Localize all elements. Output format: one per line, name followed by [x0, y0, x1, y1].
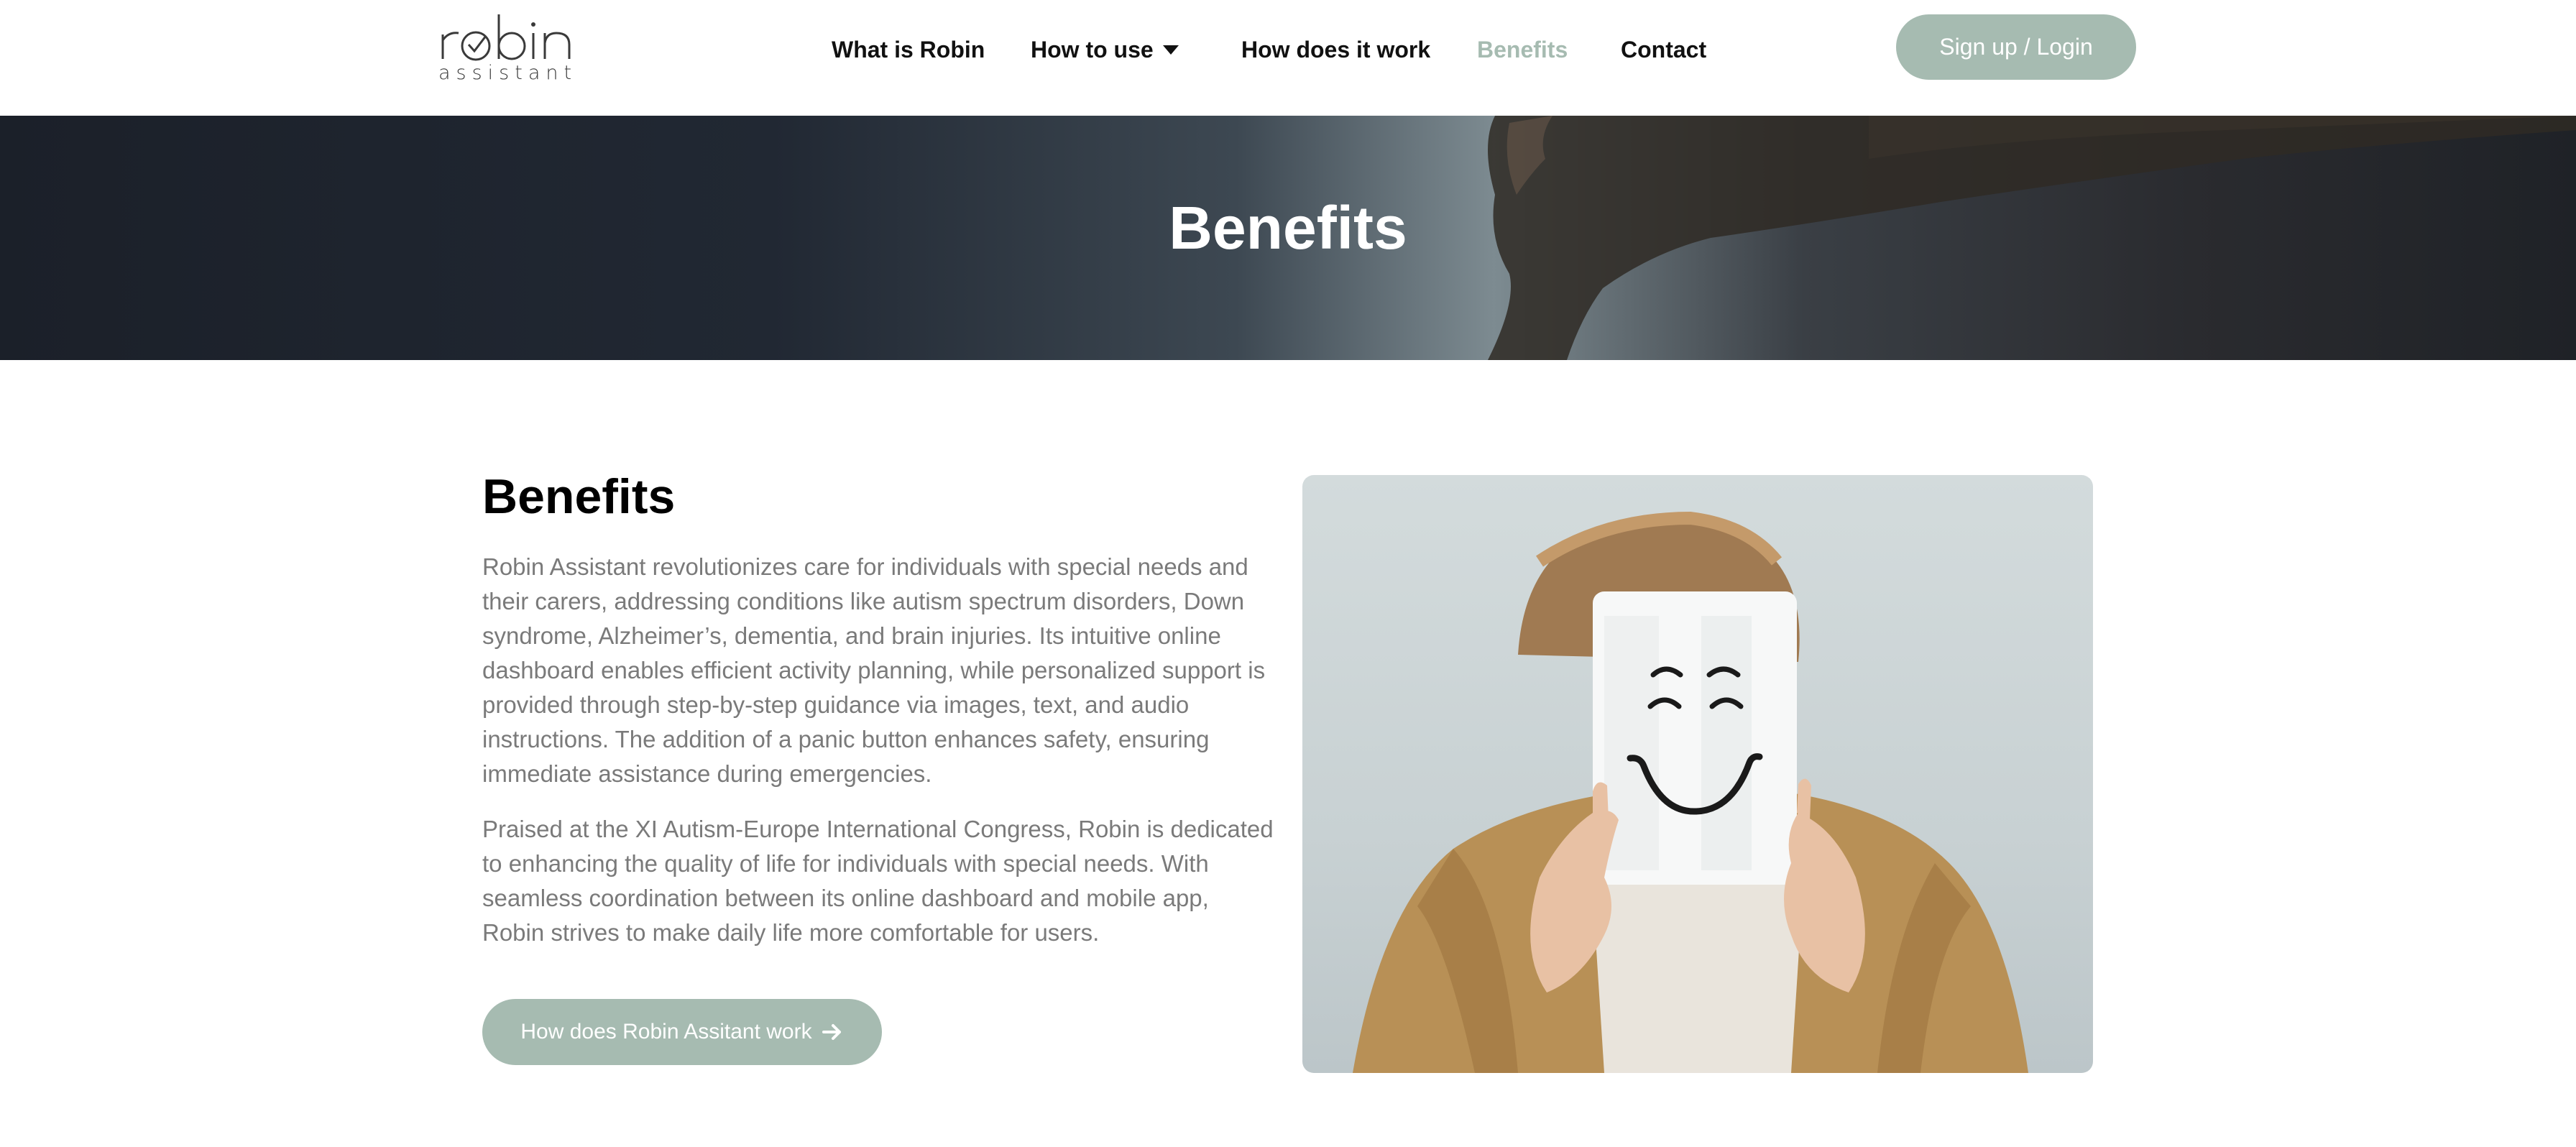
- benefits-paragraph-1: Robin Assistant revolutionizes care for …: [482, 553, 1266, 787]
- main-nav: What is Robin How to use How does it wor…: [0, 0, 2576, 101]
- hero-title: Benefits: [1169, 194, 1407, 262]
- cta-label: How does Robin Assitant work: [520, 1020, 812, 1044]
- smiley-card-photo: [1302, 475, 2093, 1073]
- person-with-smiley-card-image: [1353, 511, 2028, 1073]
- nav-what-is-robin[interactable]: What is Robin: [832, 34, 985, 65]
- nav-how-does-it-work[interactable]: How does it work: [1241, 34, 1430, 65]
- section-title: Benefits: [482, 469, 676, 524]
- nav-contact[interactable]: Contact: [1621, 34, 1706, 65]
- site-header: assistant What is Robin How to use How d…: [0, 0, 2576, 116]
- arrow-right-icon: [822, 1024, 841, 1040]
- benefits-paragraph-2: Praised at the XI Autism-Europe Internat…: [482, 816, 1274, 946]
- nav-how-to-use[interactable]: How to use: [1031, 34, 1154, 65]
- nav-benefits[interactable]: Benefits: [1477, 34, 1568, 65]
- how-robin-works-button[interactable]: How does Robin Assitant work: [482, 999, 882, 1065]
- signup-login-button[interactable]: Sign up / Login: [1896, 14, 2136, 80]
- chevron-down-icon[interactable]: [1163, 45, 1179, 55]
- hero-banner: Benefits: [0, 116, 2576, 360]
